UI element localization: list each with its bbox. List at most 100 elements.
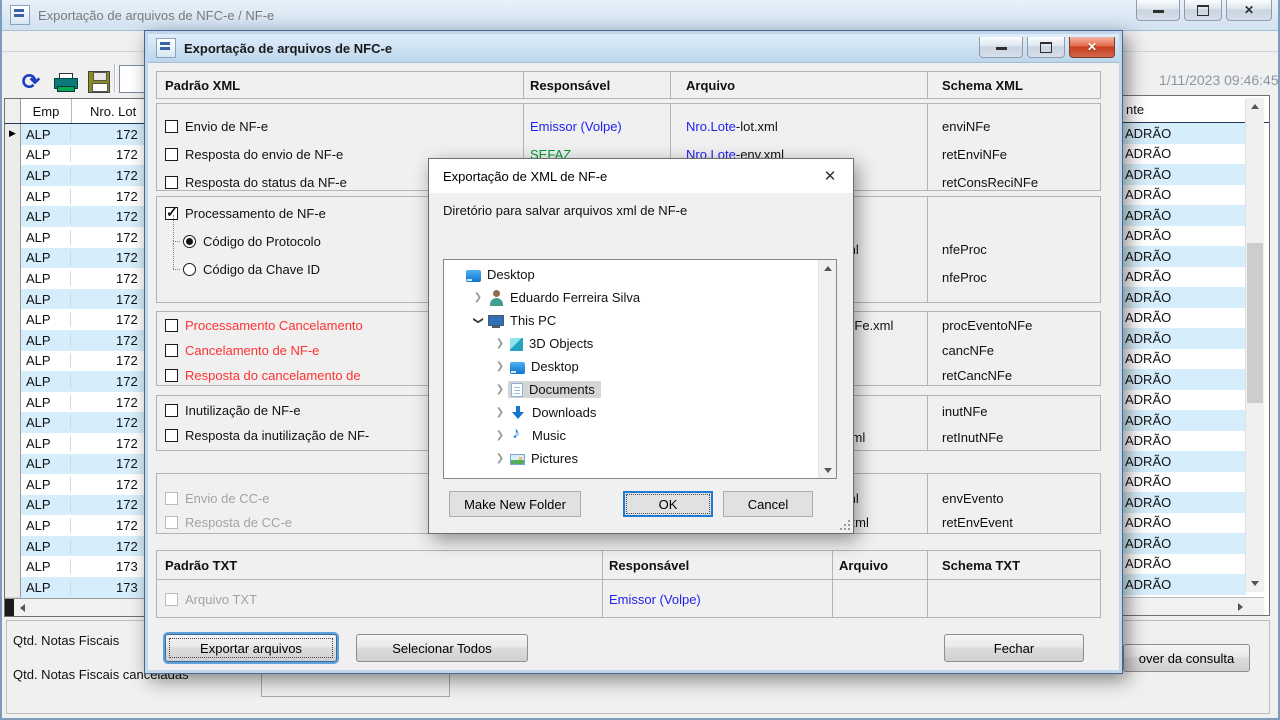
close-dialog-button[interactable]: Fechar: [944, 634, 1084, 662]
make-new-folder-button[interactable]: Make New Folder: [449, 491, 581, 517]
checkbox[interactable]: [165, 429, 178, 442]
scrollbar-thumb[interactable]: [1247, 243, 1263, 403]
checkbox-label: Arquivo TXT: [185, 592, 257, 607]
cell-emp: ALP: [21, 168, 71, 183]
scroll-left-button[interactable]: [14, 599, 31, 616]
row-selector: ▶: [5, 124, 21, 145]
close-button[interactable]: ✕: [1069, 37, 1115, 58]
scroll-right-button[interactable]: [1232, 598, 1249, 615]
tree-item[interactable]: ❯This PC: [444, 309, 836, 332]
cancel-button[interactable]: Cancel: [723, 491, 813, 517]
chevron-right-icon[interactable]: ❯: [492, 384, 508, 395]
tree-item[interactable]: ❯ Eduardo Ferreira Silva: [444, 286, 836, 309]
main-window-title: Exportação de arquivos de NFC-e / NF-e: [38, 8, 274, 23]
remove-from-query-button[interactable]: over da consulta: [1123, 644, 1250, 672]
radio-button[interactable]: [183, 263, 196, 276]
cell-lote: 172: [71, 477, 138, 492]
tree-item-label: Eduardo Ferreira Silva: [510, 290, 640, 305]
cell-lote: 172: [71, 353, 138, 368]
app-icon: [10, 5, 30, 25]
chevron-right-icon[interactable]: ❯: [492, 430, 508, 441]
folder-tree: ❯Desktop❯Eduardo Ferreira Silva❯This PC❯…: [443, 259, 837, 479]
chevron-right-icon[interactable]: ❯: [470, 292, 486, 303]
checkbox: [165, 492, 178, 505]
scrollbar-thumb[interactable]: [5, 599, 14, 616]
cell-emp: ALP: [21, 127, 71, 142]
scroll-up-button[interactable]: [819, 260, 836, 276]
tree-item[interactable]: ❯Desktop: [444, 355, 836, 378]
print-button[interactable]: [52, 69, 78, 95]
downloads-icon: [510, 405, 526, 421]
chevron-down-icon[interactable]: ❯: [473, 313, 484, 329]
ok-button[interactable]: OK: [623, 491, 713, 517]
arrow-up-icon: [1251, 104, 1259, 109]
tree-item[interactable]: ❯Music: [444, 424, 836, 447]
grid-vertical-scrollbar[interactable]: [1245, 98, 1264, 592]
radio-button[interactable]: [183, 235, 196, 248]
cell-emp: ALP: [21, 559, 71, 574]
checkbox-row[interactable]: Envio de NF-e: [157, 112, 523, 140]
close-button[interactable]: ✕: [815, 163, 845, 189]
tree-item-label: Documents: [529, 382, 595, 397]
row-selector: [5, 268, 21, 290]
tree-vertical-scrollbar[interactable]: [818, 260, 836, 478]
refresh-button[interactable]: ⟳: [18, 69, 44, 95]
folder-dialog-title: Exportação de XML de NF-e: [443, 169, 607, 184]
scroll-down-button[interactable]: [1246, 575, 1264, 592]
option-label: Resposta de CC-e: [185, 515, 292, 530]
resize-grip[interactable]: [839, 519, 850, 530]
row-selector: [5, 206, 21, 228]
chevron-right-icon[interactable]: ❯: [492, 407, 508, 418]
save-button[interactable]: [86, 69, 112, 95]
row-selector: [5, 577, 21, 599]
cell-lote: 172: [71, 230, 138, 245]
scroll-down-button[interactable]: [819, 462, 836, 478]
refresh-icon: ⟳: [22, 71, 40, 93]
schema-value: retCancNFe: [927, 363, 1101, 388]
checkbox[interactable]: [165, 148, 178, 161]
music-icon: [510, 428, 526, 444]
minimize-icon: [1153, 10, 1164, 13]
chevron-right-icon[interactable]: ❯: [492, 453, 508, 464]
chevron-right-icon[interactable]: ❯: [492, 338, 508, 349]
minimize-button[interactable]: [979, 37, 1023, 58]
option-label: Código da Chave ID: [203, 262, 320, 277]
scroll-up-button[interactable]: [1246, 98, 1264, 115]
select-all-button[interactable]: Selecionar Todos: [356, 634, 528, 662]
toolbar-separator: [114, 64, 115, 92]
cell-lote: 172: [71, 127, 138, 142]
checkbox[interactable]: [165, 404, 178, 417]
checkbox[interactable]: [165, 319, 178, 332]
responsavel-value: Emissor (Volpe): [523, 112, 670, 140]
tree-item[interactable]: ❯Desktop: [444, 263, 836, 286]
close-button[interactable]: ✕: [1226, 0, 1272, 21]
schema-value: retEnvEvent: [927, 510, 1101, 534]
option-label: Cancelamento de NF-e: [185, 343, 319, 358]
cell-emp: ALP: [21, 477, 71, 492]
arquivo-value: Nro.Lote-lot.xml: [670, 112, 927, 140]
tree-item-label: Downloads: [532, 405, 596, 420]
save-icon: [88, 71, 110, 93]
chevron-right-icon[interactable]: ❯: [492, 361, 508, 372]
tree-item-label: 3D Objects: [529, 336, 593, 351]
checkbox[interactable]: [165, 176, 178, 189]
tree-item[interactable]: ❯Pictures: [444, 447, 836, 470]
checkbox[interactable]: [165, 344, 178, 357]
minimize-icon: [996, 47, 1007, 50]
arrow-left-icon: [20, 604, 25, 612]
tree-item[interactable]: ❯ 3D Objects: [444, 332, 836, 355]
cell-lote: 173: [71, 580, 138, 595]
checkbox[interactable]: [165, 207, 178, 220]
maximize-button[interactable]: [1184, 0, 1222, 21]
maximize-button[interactable]: [1027, 37, 1065, 58]
checkbox[interactable]: [165, 120, 178, 133]
minimize-button[interactable]: [1136, 0, 1180, 21]
print-icon: [54, 73, 76, 91]
export-files-button[interactable]: Exportar arquivos: [165, 634, 337, 662]
tree-item[interactable]: ❯ Documents: [444, 378, 836, 401]
tree-item[interactable]: ❯ Downloads: [444, 401, 836, 424]
cell-lote: 172: [71, 395, 138, 410]
checkbox[interactable]: [165, 369, 178, 382]
option-label: Código do Protocolo: [203, 234, 321, 249]
cell-emp: ALP: [21, 395, 71, 410]
